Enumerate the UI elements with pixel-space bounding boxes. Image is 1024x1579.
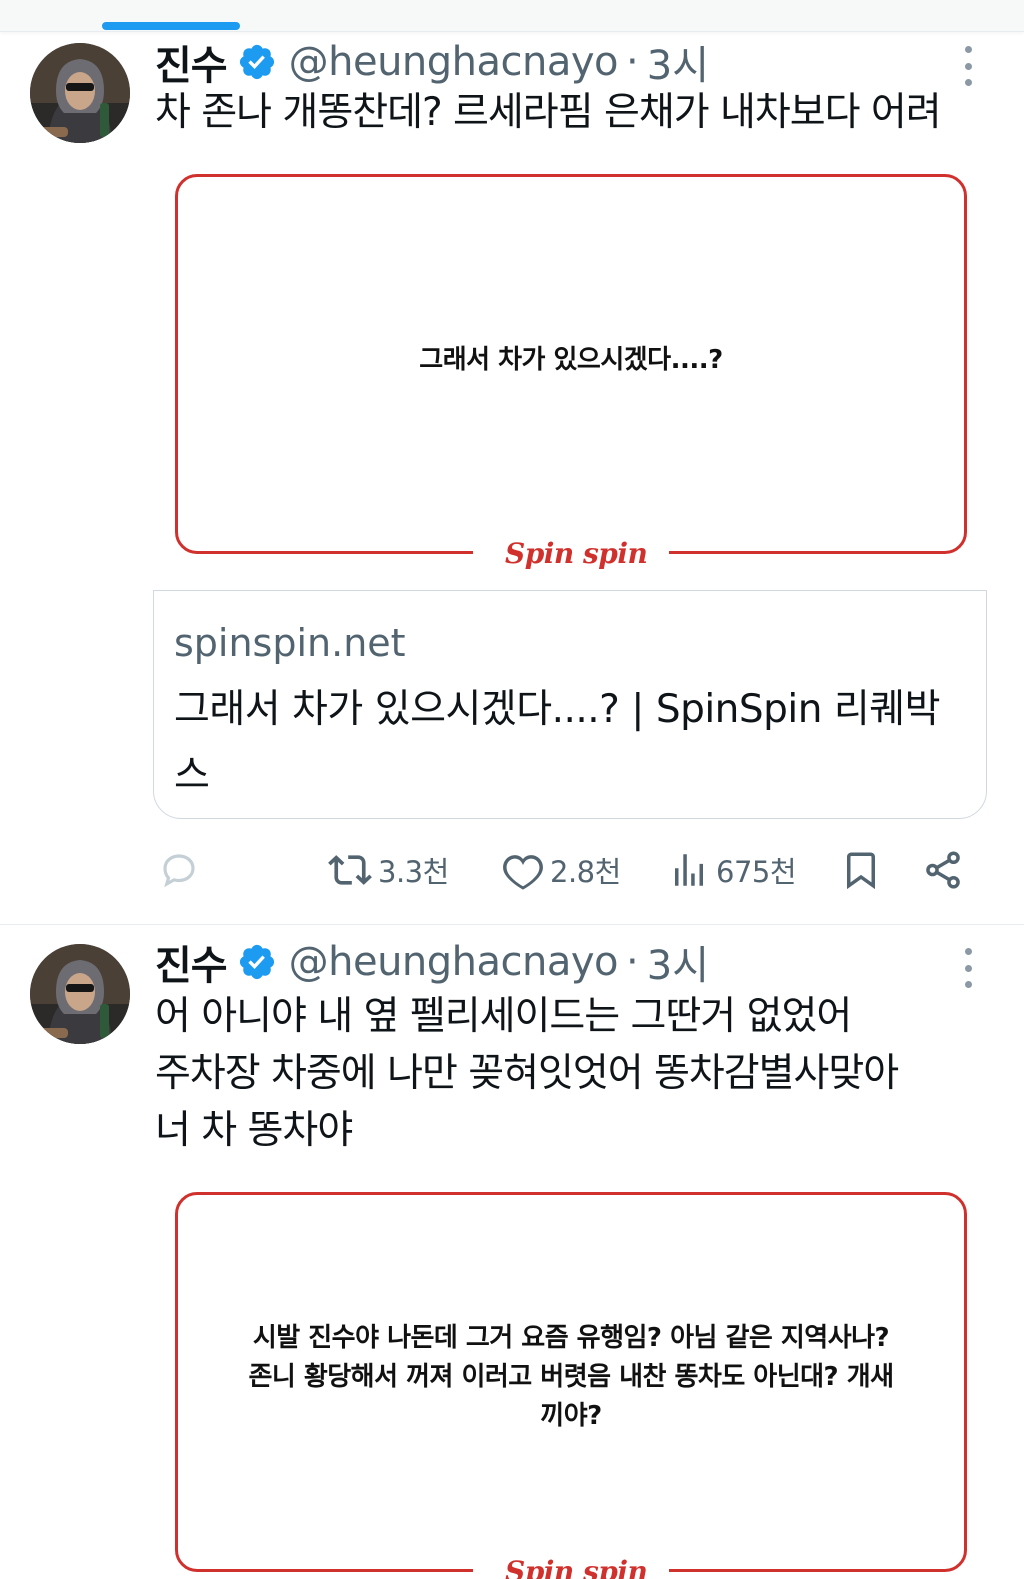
top-navigation-bar [0, 0, 1024, 32]
timestamp[interactable]: 3시 [647, 33, 709, 91]
like-icon [503, 855, 543, 890]
media-caption: 그래서 차가 있으시겠다....? [419, 345, 723, 375]
like-count: 2.8천 [550, 855, 621, 889]
verified-badge-icon [239, 944, 274, 980]
tweet-text: 차 존나 개똥찬데? 르세라핌 은채가 내차보다 어려 [155, 90, 942, 135]
tweet[interactable]: 진수 @heunghacnayo · 3시 차 존나 개똥찬데? 르세라핌 은채… [0, 32, 1024, 925]
link-preview-card[interactable]: spinspin.net 그래서 차가 있으시겠다....? | SpinSpi… [153, 590, 987, 819]
media-caption: 시발 진수야 나돈데 그거 요즘 유행임? 아님 같은 지역사나? 존니 황당해… [248, 1323, 894, 1431]
more-options-icon[interactable] [958, 46, 978, 86]
reply-icon [163, 854, 195, 888]
author-name[interactable]: 진수 [155, 33, 228, 91]
retweet-button[interactable]: 3.3천 [328, 840, 449, 900]
share-button[interactable] [922, 840, 964, 900]
reply-button[interactable] [158, 840, 200, 900]
tweet-media-image[interactable]: 시발 진수야 나돈데 그거 요즘 유행임? 아님 같은 지역사나? 존니 황당해… [155, 1172, 987, 1579]
avatar[interactable] [30, 43, 130, 143]
timestamp[interactable]: 3시 [647, 933, 709, 991]
media-frame: 시발 진수야 나돈데 그거 요즘 유행임? 아님 같은 지역사나? 존니 황당해… [175, 1192, 967, 1572]
retweet-icon [328, 855, 372, 885]
link-domain: spinspin.net [174, 621, 406, 665]
retweet-count: 3.3천 [378, 855, 449, 889]
tweet-text: 어 아니야 내 옆 펠리세이드는 그딴거 없었어 주차장 차중에 나만 꽂혀잇엇… [155, 994, 899, 1153]
view-count: 675천 [716, 855, 797, 889]
separator: · [626, 39, 639, 85]
separator: · [626, 939, 639, 985]
tweet[interactable]: 진수 @heunghacnayo · 3시 어 아니야 내 옆 펠리세이드는 그… [0, 926, 1024, 1579]
tweet-media-image[interactable]: 그래서 차가 있으시겠다....? Spin spin [155, 154, 987, 590]
tweet-header: 진수 @heunghacnayo · 3시 [155, 34, 709, 90]
author-handle[interactable]: @heunghacnayo [289, 939, 619, 985]
tweet-actions: 3.3천 2.8천 675천 [0, 840, 1024, 900]
link-title: 그래서 차가 있으시겠다....? | SpinSpin 리퀘박스 [174, 687, 940, 798]
active-tab-indicator [102, 22, 240, 30]
spinspin-logo: Spin spin [505, 1555, 648, 1579]
author-handle[interactable]: @heunghacnayo [289, 39, 619, 85]
verified-badge-icon [239, 44, 274, 80]
bookmark-button[interactable] [840, 840, 882, 900]
views-icon [675, 854, 703, 886]
tweet-header: 진수 @heunghacnayo · 3시 [155, 934, 709, 990]
avatar-photo [30, 43, 130, 143]
media-frame: 그래서 차가 있으시겠다....? [175, 174, 967, 554]
avatar[interactable] [30, 944, 130, 1044]
author-name[interactable]: 진수 [155, 933, 228, 991]
spinspin-logo: Spin spin [505, 537, 648, 570]
views-button[interactable]: 675천 [668, 840, 797, 900]
more-options-icon[interactable] [958, 948, 978, 988]
bookmark-icon [847, 852, 875, 890]
like-button[interactable]: 2.8천 [502, 840, 621, 900]
avatar-photo [30, 944, 130, 1044]
share-icon [926, 851, 960, 889]
